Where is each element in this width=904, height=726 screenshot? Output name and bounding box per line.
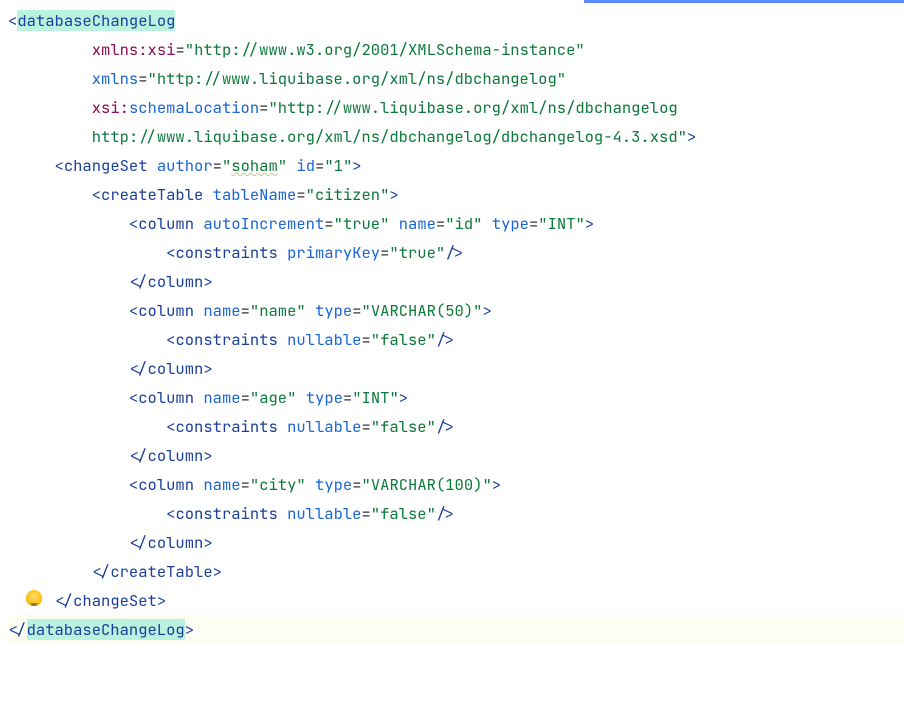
- code-line[interactable]: <column name="name" type="VARCHAR(50)">: [8, 296, 904, 325]
- code-line[interactable]: </changeSet>: [8, 586, 904, 615]
- code-line[interactable]: <column name="city" type="VARCHAR(100)">: [8, 470, 904, 499]
- code-editor[interactable]: <databaseChangeLog xmlns:xsi="http://www…: [0, 0, 904, 650]
- code-line[interactable]: xsi:schemaLocation="http://www.liquibase…: [8, 93, 904, 122]
- code-line[interactable]: <column autoIncrement="true" name="id" t…: [8, 209, 904, 238]
- code-line[interactable]: <databaseChangeLog: [8, 6, 904, 35]
- top-scrollbar-marker: [584, 0, 904, 3]
- code-line[interactable]: <constraints primaryKey="true"/>: [8, 238, 904, 267]
- code-line[interactable]: </column>: [8, 354, 904, 383]
- code-line[interactable]: http://www.liquibase.org/xml/ns/dbchange…: [8, 122, 904, 151]
- code-line[interactable]: </column>: [8, 267, 904, 296]
- code-line[interactable]: <column name="age" type="INT">: [8, 383, 904, 412]
- code-line[interactable]: <constraints nullable="false"/>: [8, 412, 904, 441]
- code-line[interactable]: <constraints nullable="false"/>: [8, 325, 904, 354]
- code-line[interactable]: xmlns="http://www.liquibase.org/xml/ns/d…: [8, 64, 904, 93]
- root-close-tag: databaseChangeLog: [27, 619, 185, 640]
- code-line[interactable]: </column>: [8, 528, 904, 557]
- code-line[interactable]: <createTable tableName="citizen">: [8, 180, 904, 209]
- code-line[interactable]: </databaseChangeLog>: [8, 615, 904, 644]
- code-line[interactable]: </createTable>: [8, 557, 904, 586]
- intention-bulb-icon[interactable]: [26, 590, 42, 606]
- code-line[interactable]: <constraints nullable="false"/>: [8, 499, 904, 528]
- code-line[interactable]: </column>: [8, 441, 904, 470]
- code-line[interactable]: <changeSet author="soham" id="1">: [8, 151, 904, 180]
- root-open-tag: databaseChangeLog: [17, 10, 175, 31]
- code-line[interactable]: xmlns:xsi="http://www.w3.org/2001/XMLSch…: [8, 35, 904, 64]
